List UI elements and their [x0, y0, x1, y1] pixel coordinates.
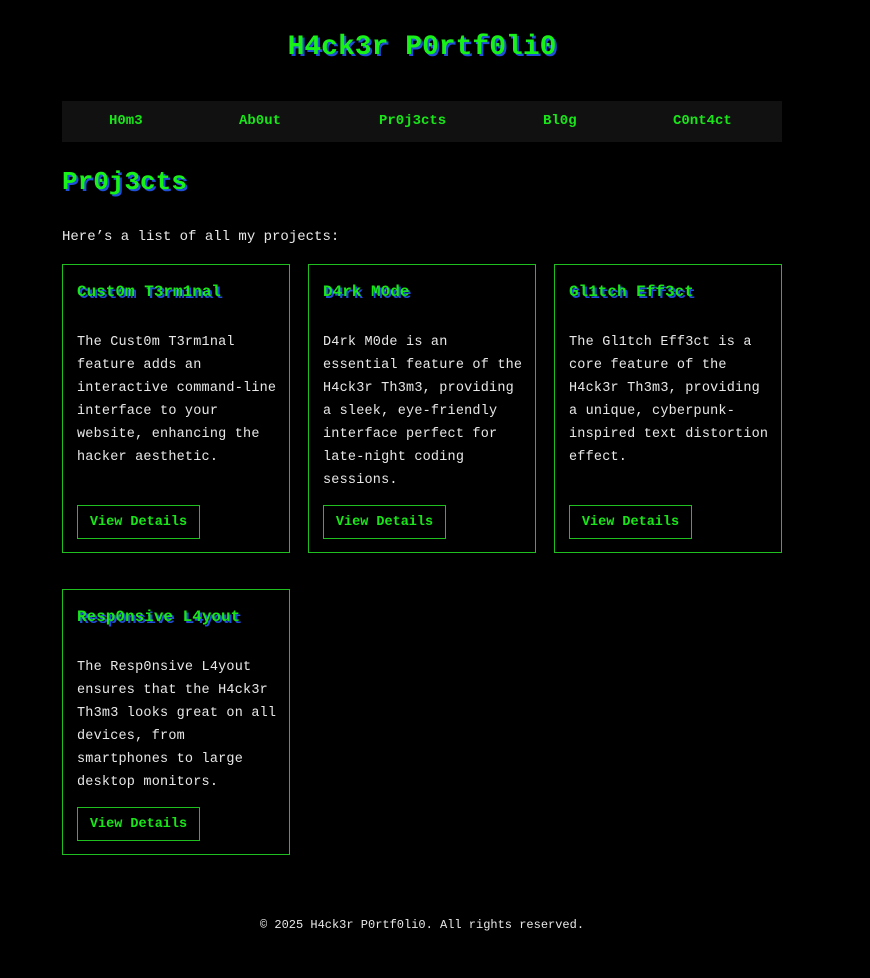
view-details-button[interactable]: View Details — [569, 505, 692, 539]
footer-copyright: © 2025 H4ck3r P0rtf0li0. All rights rese… — [259, 918, 585, 932]
projects-intro: Here’s a list of all my projects: — [62, 229, 340, 245]
view-details-button[interactable]: View Details — [77, 807, 200, 841]
project-description: The Gl1tch Eff3ct is a core feature of t… — [569, 335, 769, 465]
view-details-button[interactable]: View Details — [77, 505, 200, 539]
project-card: Resp0nsive L4yout The Resp0nsive L4yout … — [62, 589, 290, 855]
main-navigation: H0m3 Ab0ut Pr0j3cts Bl0g C0nt4ct — [62, 101, 782, 142]
project-title: Cust0m T3rm1nal — [77, 283, 222, 301]
site-title: H4ck3r P0rtf0li0 — [287, 32, 557, 63]
nav-link-blog[interactable]: Bl0g — [543, 113, 577, 129]
project-description: The Resp0nsive L4yout ensures that the H… — [77, 660, 277, 790]
project-title: D4rk M0de — [323, 283, 410, 301]
nav-link-home[interactable]: H0m3 — [109, 113, 143, 129]
nav-link-projects[interactable]: Pr0j3cts — [379, 113, 446, 129]
project-description: The Cust0m T3rm1nal feature adds an inte… — [77, 335, 277, 465]
nav-link-contact[interactable]: C0nt4ct — [673, 113, 732, 129]
nav-link-about[interactable]: Ab0ut — [239, 113, 281, 129]
project-card: D4rk M0de D4rk M0de is an essential feat… — [308, 264, 536, 553]
project-card: Cust0m T3rm1nal The Cust0m T3rm1nal feat… — [62, 264, 290, 553]
project-title: Gl1tch Eff3ct — [569, 283, 694, 301]
view-details-button[interactable]: View Details — [323, 505, 446, 539]
project-title: Resp0nsive L4yout — [77, 608, 241, 626]
page-heading: Pr0j3cts — [62, 167, 187, 197]
project-card: Gl1tch Eff3ct The Gl1tch Eff3ct is a cor… — [554, 264, 782, 553]
project-description: D4rk M0de is an essential feature of the… — [323, 335, 523, 488]
